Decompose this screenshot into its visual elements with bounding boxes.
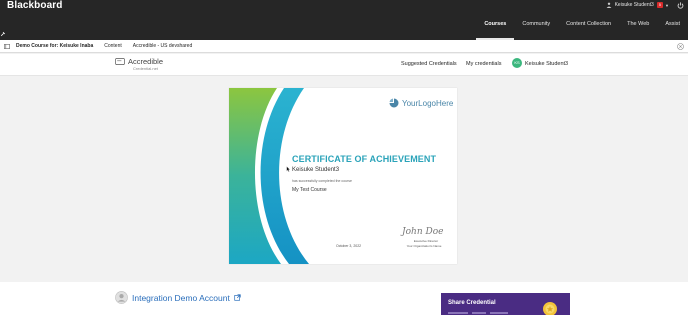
breadcrumb-current: Accredible - US devshared <box>132 43 193 49</box>
issuer-link[interactable]: Integration Demo Account <box>115 291 241 304</box>
signer-title: Executive Director <box>413 239 439 243</box>
certificate-logo-text: YourLogoHere <box>402 98 454 108</box>
badge-icon <box>543 302 557 315</box>
certificate-background <box>229 88 309 264</box>
accredible-header: Accredible Credential.net Suggested Cred… <box>0 54 688 76</box>
credential-details <box>0 282 688 315</box>
notification-badge[interactable]: 5 <box>656 2 664 8</box>
user-area: Keisuke Student3 5 ▼ <box>606 0 688 10</box>
certificate-logo: YourLogoHere <box>389 98 453 108</box>
tab-courses[interactable]: Courses <box>476 14 515 40</box>
accredible-logo[interactable]: Accredible <box>115 58 163 65</box>
tab-the-web[interactable]: The Web <box>619 14 657 40</box>
pin-icon[interactable] <box>0 31 6 37</box>
user-icon <box>606 2 611 8</box>
suggested-credentials-link[interactable]: Suggested Credentials <box>401 61 457 67</box>
share-options-strip <box>448 312 508 314</box>
external-link-icon[interactable] <box>234 294 241 301</box>
accredible-logo-sub: Credential.net <box>133 66 158 71</box>
mouse-cursor-icon <box>286 166 291 172</box>
logo-mark-icon <box>389 98 399 108</box>
certificate-subtitle: has successfully completed the course <box>292 179 352 183</box>
accredible-logo-text: Accredible <box>128 57 164 66</box>
certificate-icon <box>115 58 125 65</box>
my-credentials-link[interactable]: My credentials <box>466 61 501 67</box>
certificate-recipient: Keisuke Student3 <box>292 167 340 173</box>
main-nav: Courses Community Content Collection The… <box>476 14 688 40</box>
close-icon[interactable] <box>677 43 684 50</box>
breadcrumb: Demo Course for: Keisuke Inaba Content A… <box>0 40 688 53</box>
certificate-preview[interactable]: YourLogoHere CERTIFICATE OF ACHIEVEMENT … <box>229 88 457 264</box>
user-menu-name[interactable]: Keisuke Student3 <box>615 2 654 8</box>
certificate-course: My Test Course <box>292 187 327 193</box>
blackboard-logo[interactable]: Blackboard <box>7 0 62 11</box>
avatar[interactable]: KS <box>512 58 522 68</box>
share-credential-panel: Share Credential <box>441 293 570 315</box>
top-bar: Blackboard Keisuke Student3 5 ▼ Courses … <box>0 0 688 40</box>
logout-icon[interactable] <box>677 1 684 9</box>
breadcrumb-content[interactable]: Content <box>104 43 122 49</box>
accredible-user-name[interactable]: Keisuke Student3 <box>525 61 568 67</box>
certificate-date: October 3, 2022 <box>336 244 362 248</box>
signature: John Doe <box>402 227 444 237</box>
issuer-name[interactable]: Integration Demo Account <box>132 293 230 303</box>
signer-organization: Your Organization's Name <box>406 244 442 248</box>
tab-assist[interactable]: Assist <box>657 14 688 40</box>
share-credential-title: Share Credential <box>448 300 496 306</box>
course-menu-icon[interactable] <box>4 43 10 49</box>
certificate-title: CERTIFICATE OF ACHIEVEMENT <box>292 154 437 164</box>
tab-community[interactable]: Community <box>514 14 558 40</box>
breadcrumb-course[interactable]: Demo Course for: Keisuke Inaba <box>16 43 93 49</box>
tab-content-collection[interactable]: Content Collection <box>558 14 619 40</box>
issuer-avatar-icon <box>115 291 128 304</box>
chevron-down-icon[interactable]: ▼ <box>665 3 669 8</box>
